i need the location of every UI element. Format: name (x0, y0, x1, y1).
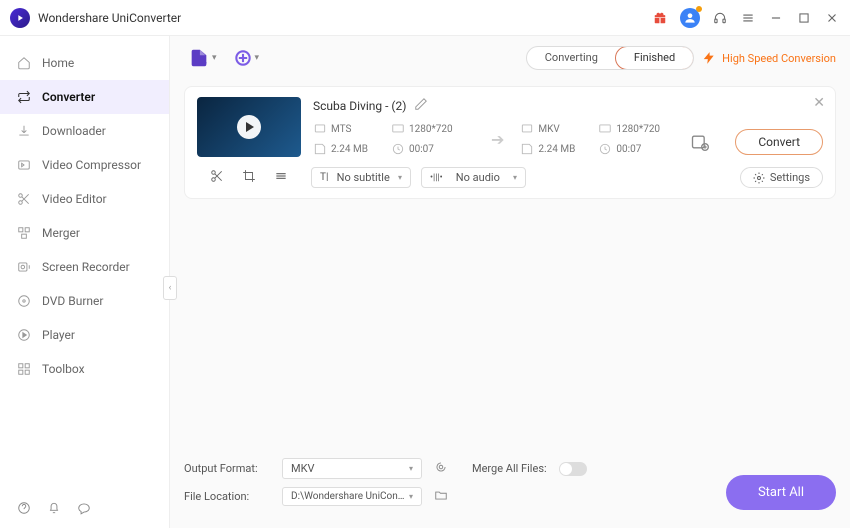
add-file-button[interactable]: + ▾ (184, 43, 221, 73)
window-close-button[interactable] (824, 10, 840, 26)
hamburger-menu-icon[interactable] (740, 10, 756, 26)
sidebar-item-label: Downloader (42, 124, 106, 138)
window-maximize-button[interactable] (796, 10, 812, 26)
headset-icon[interactable] (712, 10, 728, 26)
sidebar-item-converter[interactable]: Converter (0, 80, 169, 114)
sidebar-item-home[interactable]: Home (0, 46, 169, 80)
more-icon[interactable] (274, 169, 288, 186)
high-speed-toggle[interactable]: High Speed Conversion (702, 51, 836, 65)
output-format-select[interactable]: MKV▾ (282, 458, 422, 479)
sidebar-item-label: DVD Burner (42, 294, 103, 308)
sidebar-item-downloader[interactable]: Downloader (0, 114, 169, 148)
dest-duration: 00:07 (598, 142, 668, 156)
source-resolution: 1280*720 (391, 122, 461, 136)
sidebar-item-label: Merger (42, 226, 80, 240)
svg-text:+: + (201, 56, 207, 69)
sidebar-item-label: Home (42, 56, 74, 70)
sidebar-item-recorder[interactable]: Screen Recorder (0, 250, 169, 284)
tab-finished[interactable]: Finished (615, 46, 694, 70)
app-title: Wondershare UniConverter (38, 11, 652, 25)
gift-icon[interactable] (652, 10, 668, 26)
status-tabs: Converting Finished (526, 46, 694, 70)
subtitle-select[interactable]: T|No subtitle▾ (311, 167, 411, 188)
bell-icon[interactable] (46, 500, 62, 516)
audio-select[interactable]: •|||•No audio▾ (421, 167, 526, 188)
merge-label: Merge All Files: (472, 462, 547, 475)
sidebar-item-label: Player (42, 328, 75, 342)
sidebar-item-label: Video Editor (42, 192, 107, 206)
content-area: + ▾ ▾ Converting Finished High Speed Con… (170, 36, 850, 528)
settings-button[interactable]: Settings (740, 167, 823, 188)
format-settings-icon[interactable] (434, 460, 448, 477)
trim-icon[interactable] (210, 169, 224, 186)
user-avatar[interactable] (680, 8, 700, 28)
source-size: 2.24 MB (313, 142, 383, 156)
sidebar-item-editor[interactable]: Video Editor (0, 182, 169, 216)
dest-format: MKV (520, 122, 590, 136)
recorder-icon (16, 259, 32, 275)
play-icon (16, 327, 32, 343)
output-settings-icon[interactable] (690, 132, 710, 155)
merger-icon (16, 225, 32, 241)
dest-size: 2.24 MB (520, 142, 590, 156)
open-folder-icon[interactable] (434, 488, 448, 505)
source-format: MTS (313, 122, 383, 136)
disc-icon (16, 293, 32, 309)
merge-toggle[interactable] (559, 462, 587, 476)
sidebar-item-dvd[interactable]: DVD Burner (0, 284, 169, 318)
home-icon (16, 55, 32, 71)
sidebar-item-label: Converter (42, 90, 95, 104)
sidebar-item-toolbox[interactable]: Toolbox (0, 352, 169, 386)
source-duration: 00:07 (391, 142, 461, 156)
download-icon (16, 123, 32, 139)
sidebar-item-merger[interactable]: Merger (0, 216, 169, 250)
help-icon[interactable] (16, 500, 32, 516)
edit-title-icon[interactable] (414, 97, 428, 114)
high-speed-label: High Speed Conversion (722, 52, 836, 65)
sidebar: Home Converter Downloader Video Compress… (0, 36, 170, 528)
convert-button[interactable]: Convert (735, 129, 823, 155)
play-overlay-icon (237, 115, 261, 139)
file-location-select[interactable]: D:\Wondershare UniConverter▾ (282, 487, 422, 506)
sidebar-item-compressor[interactable]: Video Compressor (0, 148, 169, 182)
crop-icon[interactable] (242, 169, 256, 186)
file-card: ✕ Scuba Diving - (2) MTS 1280*720 (184, 86, 836, 199)
titlebar: Wondershare UniConverter (0, 0, 850, 36)
sidebar-item-label: Toolbox (42, 362, 85, 376)
sidebar-item-player[interactable]: Player (0, 318, 169, 352)
scissors-icon (16, 191, 32, 207)
feedback-icon[interactable] (76, 500, 92, 516)
compressor-icon (16, 157, 32, 173)
app-logo (10, 8, 30, 28)
add-url-button[interactable]: ▾ (229, 44, 264, 72)
arrow-icon: ➔ (491, 130, 504, 149)
tab-converting[interactable]: Converting (527, 47, 616, 69)
close-icon[interactable]: ✕ (813, 95, 825, 111)
sidebar-collapse-button[interactable]: ‹ (163, 276, 177, 300)
grid-icon (16, 361, 32, 377)
output-format-label: Output Format: (184, 462, 270, 475)
sidebar-item-label: Video Compressor (42, 158, 141, 172)
video-thumbnail[interactable] (197, 97, 301, 157)
dest-resolution: 1280*720 (598, 122, 668, 136)
window-minimize-button[interactable] (768, 10, 784, 26)
file-location-label: File Location: (184, 490, 270, 503)
converter-icon (16, 89, 32, 105)
start-all-button[interactable]: Start All (726, 475, 836, 510)
file-title: Scuba Diving - (2) (313, 99, 406, 113)
sidebar-item-label: Screen Recorder (42, 260, 130, 274)
